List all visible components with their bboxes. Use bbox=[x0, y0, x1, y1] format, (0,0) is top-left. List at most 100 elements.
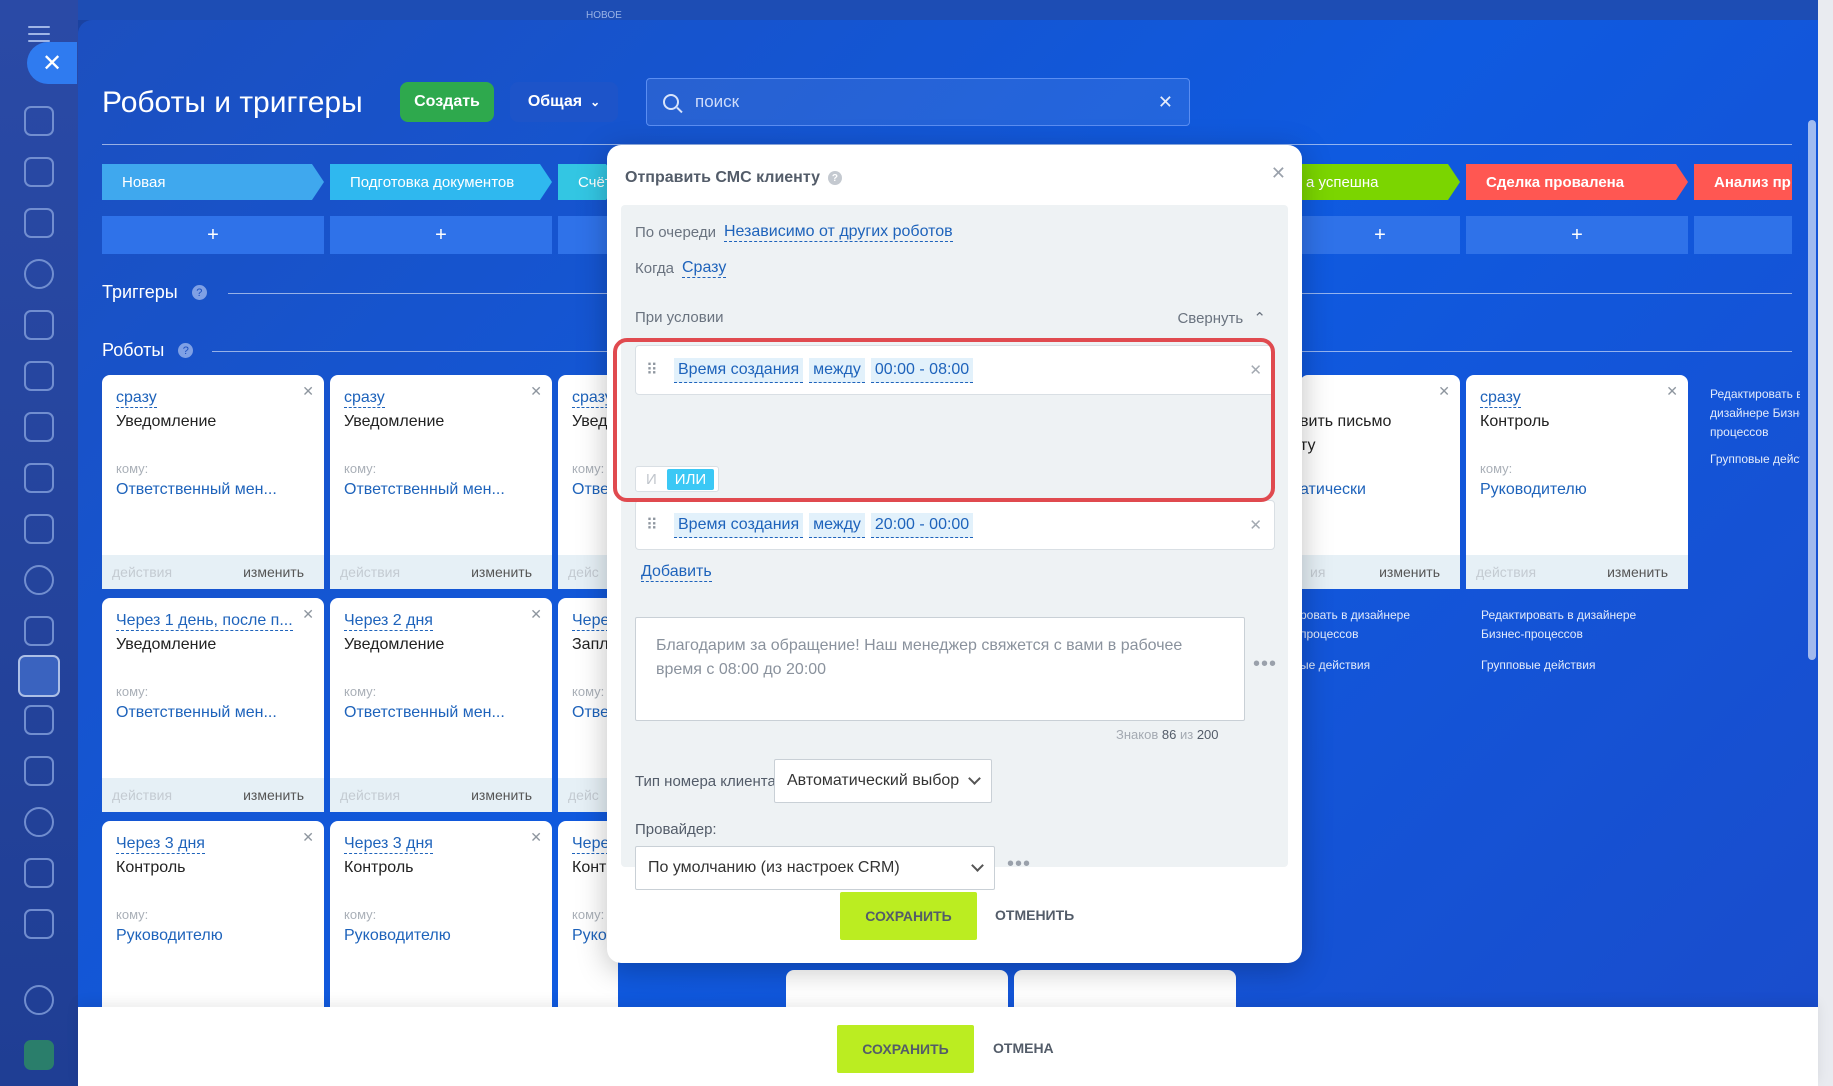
stage-lost[interactable]: Сделка провалена bbox=[1466, 164, 1688, 200]
create-button[interactable]: Создать bbox=[400, 82, 494, 122]
actions-link[interactable]: дейс bbox=[568, 564, 599, 580]
document-icon[interactable] bbox=[24, 361, 54, 391]
close-icon[interactable]: ✕ bbox=[302, 383, 314, 400]
actions-link[interactable]: действия bbox=[112, 787, 172, 803]
message-textarea[interactable]: Благодарим за обращение! Наш менеджер св… bbox=[635, 617, 1245, 721]
rail-icon-1[interactable] bbox=[24, 106, 54, 136]
tasks-icon[interactable] bbox=[24, 616, 54, 646]
rocket-icon[interactable] bbox=[24, 1040, 54, 1070]
cancel-button[interactable]: ОТМЕНА bbox=[993, 1040, 1054, 1056]
robot-recipient[interactable]: Руководителю bbox=[1480, 481, 1587, 499]
robot-card[interactable]: сразу ✕ Контроль кому: Руководителю дейс… bbox=[1466, 375, 1688, 589]
edit-in-designer-link[interactable]: Редактировать в дизайнере Бизнес-процесс… bbox=[1710, 385, 1800, 442]
condition-field[interactable]: Время создания bbox=[674, 512, 804, 538]
general-dropdown[interactable]: Общая ⌄ bbox=[510, 82, 618, 122]
robot-card[interactable]: сразу ✕ Уведомление кому: Ответственный … bbox=[102, 375, 324, 589]
robot-card[interactable]: Через 3 дня ✕ Контроль кому: Руководител… bbox=[102, 821, 324, 1035]
close-icon[interactable]: ✕ bbox=[530, 383, 542, 400]
provider-select[interactable]: По умолчанию (из настроек CRM) bbox=[635, 846, 995, 890]
presentation-icon[interactable] bbox=[24, 412, 54, 442]
help-icon[interactable]: ? bbox=[827, 171, 842, 185]
robot-delay[interactable]: сразу bbox=[116, 389, 157, 408]
robot-recipient[interactable]: Руководителю bbox=[344, 927, 451, 945]
robot-recipient[interactable]: Ответственный мен... bbox=[116, 704, 277, 722]
add-robot-button[interactable]: + bbox=[330, 216, 552, 254]
edit-link[interactable]: изменить bbox=[471, 787, 532, 803]
close-icon[interactable]: ✕ bbox=[530, 606, 542, 623]
edit-link[interactable]: изменить bbox=[243, 787, 304, 803]
collapse-toggle[interactable]: Свернуть ⌃ bbox=[1177, 309, 1266, 327]
robot-delay[interactable]: Через 1 день, после п... bbox=[116, 612, 293, 631]
robot-card[interactable]: ✕ вить письмо ту атически ия изменить bbox=[1300, 375, 1460, 589]
close-icon[interactable]: ✕ bbox=[1249, 516, 1262, 534]
close-icon[interactable]: ✕ bbox=[302, 606, 314, 623]
group-actions-link[interactable]: Групповые действия bbox=[1710, 450, 1800, 469]
actions-link[interactable]: действия bbox=[340, 787, 400, 803]
edit-link[interactable]: изменить bbox=[471, 564, 532, 580]
robot-recipient[interactable]: Отве bbox=[572, 704, 609, 722]
feed-icon[interactable] bbox=[24, 208, 54, 238]
sign-icon[interactable] bbox=[24, 909, 54, 939]
dialog-cancel-button[interactable]: ОТМЕНИТЬ bbox=[995, 907, 1074, 923]
queue-selector[interactable]: Независимо от других роботов bbox=[723, 223, 953, 242]
robot-card[interactable]: сразу ✕ Уведомление кому: Ответственный … bbox=[330, 375, 552, 589]
dialog-save-button[interactable]: СОХРАНИТЬ bbox=[840, 892, 977, 940]
stage-new[interactable]: Новая bbox=[102, 164, 324, 200]
actions-link[interactable]: дейс bbox=[568, 787, 599, 803]
condition-operator[interactable]: между bbox=[809, 512, 865, 538]
when-selector[interactable]: Сразу bbox=[681, 259, 727, 278]
chat-icon[interactable] bbox=[24, 157, 54, 187]
stage-won[interactable]: а успешна bbox=[1300, 164, 1460, 200]
more-icon[interactable]: ••• bbox=[1007, 853, 1031, 876]
save-button[interactable]: СОХРАНИТЬ bbox=[837, 1025, 974, 1073]
stage-docs[interactable]: Подготовка документов bbox=[330, 164, 552, 200]
add-robot-button[interactable]: + bbox=[1466, 216, 1688, 254]
calendar-icon[interactable] bbox=[24, 310, 54, 340]
close-icon[interactable]: ✕ bbox=[302, 829, 314, 846]
settings-icon[interactable] bbox=[24, 985, 54, 1015]
robot-card[interactable]: Через 2 дня ✕ Уведомление кому: Ответств… bbox=[330, 598, 552, 812]
help-icon[interactable]: ? bbox=[191, 285, 207, 300]
robot-recipient[interactable]: Ответственный мен... bbox=[344, 704, 505, 722]
robot-recipient[interactable]: атически bbox=[1300, 481, 1366, 499]
clear-icon[interactable]: ✕ bbox=[1158, 92, 1173, 113]
add-robot-button[interactable] bbox=[1694, 216, 1792, 254]
edit-in-designer-link[interactable]: ровать в дизайнере процессов bbox=[1300, 606, 1460, 644]
actions-link[interactable]: действия bbox=[340, 564, 400, 580]
drag-handle-icon[interactable]: ⠿ bbox=[646, 515, 668, 535]
add-robot-button[interactable]: + bbox=[1300, 216, 1460, 254]
actions-link[interactable]: действия bbox=[1476, 564, 1536, 580]
robot-delay[interactable]: сразу bbox=[1480, 389, 1521, 408]
robot-delay[interactable]: Чере bbox=[572, 612, 610, 631]
close-icon[interactable]: ✕ bbox=[1666, 383, 1678, 400]
robot-delay[interactable]: Через 2 дня bbox=[344, 612, 433, 631]
close-icon[interactable]: ✕ bbox=[1271, 163, 1286, 184]
robot-recipient[interactable]: Ответственный мен... bbox=[344, 481, 505, 499]
goals-icon[interactable] bbox=[24, 807, 54, 837]
help-icon[interactable]: ? bbox=[178, 343, 194, 358]
edit-link[interactable]: изменить bbox=[1379, 564, 1440, 580]
robot-recipient[interactable]: Руководителю bbox=[116, 927, 223, 945]
mail-icon[interactable] bbox=[24, 514, 54, 544]
robot-delay[interactable]: Через 3 дня bbox=[344, 835, 433, 854]
number-type-select[interactable]: Автоматический выбор bbox=[774, 759, 992, 803]
stage-analysis[interactable]: Анализ пр bbox=[1694, 164, 1792, 200]
target-icon[interactable] bbox=[24, 259, 54, 289]
group-actions-link[interactable]: Групповые действия bbox=[1481, 656, 1671, 675]
actions-link[interactable]: действия bbox=[112, 564, 172, 580]
robot-delay[interactable]: сразу bbox=[344, 389, 385, 408]
contacts-icon[interactable] bbox=[24, 565, 54, 595]
robot-recipient[interactable]: Руко bbox=[572, 927, 607, 945]
crm-funnel-icon[interactable] bbox=[18, 655, 60, 697]
actions-link[interactable]: ия bbox=[1310, 564, 1325, 580]
more-icon[interactable]: ••• bbox=[1253, 653, 1277, 676]
add-robot-button[interactable]: + bbox=[102, 216, 324, 254]
edit-in-designer-link[interactable]: Редактировать в дизайнере Бизнес-процесс… bbox=[1481, 606, 1671, 644]
robot-delay[interactable]: Через 3 дня bbox=[116, 835, 205, 854]
robot-card[interactable]: Через 3 дня ✕ Контроль кому: Руководител… bbox=[330, 821, 552, 1035]
schedule-icon[interactable] bbox=[24, 705, 54, 735]
robot-card[interactable]: Через 1 день, после п... ✕ Уведомление к… bbox=[102, 598, 324, 812]
scrollbar[interactable] bbox=[1808, 120, 1816, 660]
edit-link[interactable]: изменить bbox=[243, 564, 304, 580]
store-icon[interactable] bbox=[24, 756, 54, 786]
